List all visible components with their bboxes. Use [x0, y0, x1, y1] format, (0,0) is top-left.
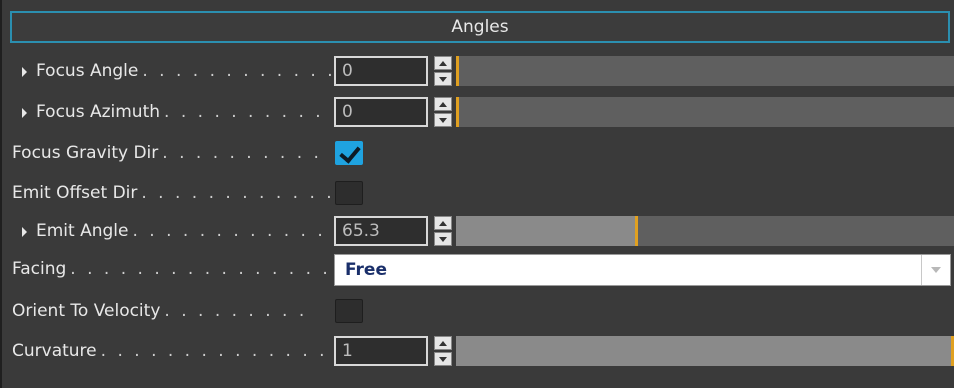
curvature-input[interactable]: 1: [334, 336, 428, 366]
leader-dots: . . . . . . . . . . . . . . .: [100, 341, 330, 361]
spin-down-icon[interactable]: [434, 352, 452, 366]
checkmark-icon: [339, 141, 361, 164]
focus-angle-slider[interactable]: [456, 56, 954, 86]
row-emit-angle: Emit Angle . . . . . . . . . . . . . 65.…: [0, 214, 954, 248]
focus-angle-spinner[interactable]: [434, 56, 452, 86]
orient-to-velocity-checkbox[interactable]: [335, 299, 363, 323]
leader-dots: . . . . . . . . . .: [164, 102, 324, 122]
curvature-slider[interactable]: [456, 336, 954, 366]
leader-dots: . . . . . . . . . . . . .: [132, 221, 340, 241]
spin-down-icon[interactable]: [434, 113, 452, 127]
slider-handle[interactable]: [456, 97, 459, 127]
emit-offset-dir-checkbox[interactable]: [335, 181, 363, 205]
emit-angle-input[interactable]: 65.3: [334, 216, 428, 246]
row-orient-to-velocity: Orient To Velocity . . . . . . . . .: [0, 294, 954, 328]
row-focus-azimuth: Focus Azimuth . . . . . . . . . . 0: [0, 95, 954, 129]
facing-label: Facing: [12, 259, 67, 279]
slider-fill: [456, 216, 635, 246]
orient-to-velocity-label: Orient To Velocity: [12, 301, 161, 321]
focus-angle-input[interactable]: 0: [334, 56, 428, 86]
spin-up-icon[interactable]: [434, 97, 452, 111]
section-title: Angles: [451, 17, 509, 37]
curvature-spinner[interactable]: [434, 336, 452, 366]
leader-dots: . . . . . . . . . .: [162, 143, 322, 163]
emit-angle-spinner[interactable]: [434, 216, 452, 246]
leader-dots: . . . . . . . . . . . .: [142, 61, 336, 81]
emit-angle-label: Emit Angle: [36, 221, 129, 241]
spin-down-icon[interactable]: [434, 72, 452, 86]
row-emit-offset-dir: Emit Offset Dir . . . . . . . . . . . .: [0, 176, 954, 210]
emit-offset-dir-label: Emit Offset Dir: [12, 183, 138, 203]
focus-azimuth-spinner[interactable]: [434, 97, 452, 127]
facing-selected-value: Free: [345, 260, 387, 280]
focus-gravity-dir-label: Focus Gravity Dir: [12, 143, 159, 163]
emit-angle-slider[interactable]: [456, 216, 954, 246]
row-focus-angle: Focus Angle . . . . . . . . . . . . 0: [0, 54, 954, 88]
leader-dots: . . . . . . . . . . . . . . . . .: [70, 259, 330, 279]
slider-handle[interactable]: [635, 216, 638, 246]
focus-angle-label: Focus Angle: [36, 61, 139, 81]
row-focus-gravity-dir: Focus Gravity Dir . . . . . . . . . .: [0, 136, 954, 170]
row-facing: Facing . . . . . . . . . . . . . . . . .…: [0, 252, 954, 286]
spin-up-icon[interactable]: [434, 216, 452, 230]
focus-gravity-dir-checkbox[interactable]: [335, 141, 363, 165]
focus-azimuth-input[interactable]: 0: [334, 97, 428, 127]
focus-azimuth-label: Focus Azimuth: [36, 102, 161, 122]
slider-handle[interactable]: [456, 56, 459, 86]
facing-dropdown[interactable]: Free: [334, 254, 951, 286]
spin-up-icon[interactable]: [434, 56, 452, 70]
curvature-label: Curvature: [12, 341, 97, 361]
leader-dots: . . . . . . . . .: [164, 301, 308, 321]
spin-up-icon[interactable]: [434, 336, 452, 350]
dropdown-arrow-icon[interactable]: [921, 255, 950, 285]
section-header[interactable]: Angles: [10, 11, 950, 43]
leader-dots: . . . . . . . . . . . .: [141, 183, 330, 203]
row-curvature: Curvature . . . . . . . . . . . . . . . …: [0, 334, 954, 368]
spin-down-icon[interactable]: [434, 232, 452, 246]
slider-fill: [456, 336, 951, 366]
focus-azimuth-slider[interactable]: [456, 97, 954, 127]
